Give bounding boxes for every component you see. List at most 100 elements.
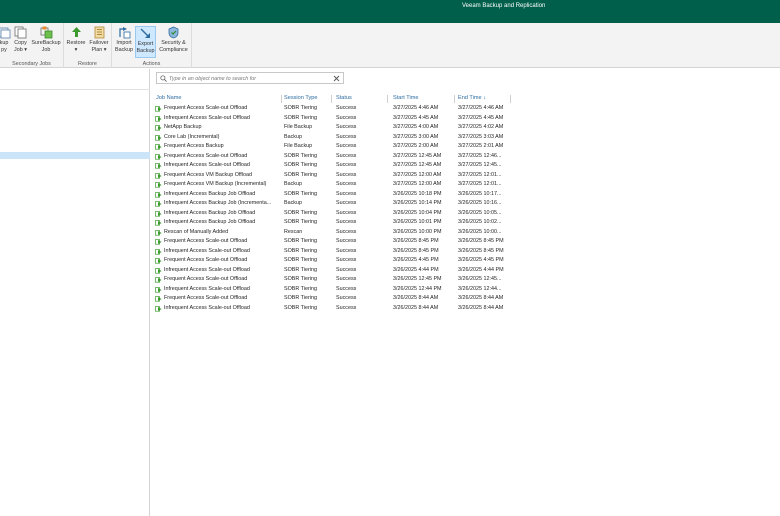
failover-plan-button[interactable]: Failover Plan ▾ bbox=[87, 26, 111, 58]
table-row[interactable]: Frequent Access VM Backup Offload SOBR Ti… bbox=[153, 171, 513, 181]
cell-session-type: Backup bbox=[284, 181, 302, 187]
restore-button[interactable]: Restore ▾ bbox=[66, 26, 86, 58]
table-row[interactable]: Infrequent Access Scale-out Offload SOBR … bbox=[153, 285, 513, 295]
cell-end-time: 3/26/2025 8:44 AM bbox=[458, 295, 504, 301]
import-backup-button[interactable]: Import Backup bbox=[114, 26, 134, 58]
cell-start-time: 3/26/2025 8:45 PM bbox=[393, 238, 439, 244]
restore-icon bbox=[71, 27, 81, 37]
column-header-end-time[interactable]: End Time ↓ bbox=[455, 93, 512, 103]
cell-status: Success bbox=[336, 257, 357, 263]
cell-job-name: Infrequent Access Scale-out Offload bbox=[153, 304, 281, 314]
table-row[interactable]: Frequent Access Scale-out Offload SOBR Ti… bbox=[153, 237, 513, 247]
job-success-icon bbox=[155, 229, 162, 236]
cell-status: Success bbox=[336, 285, 357, 292]
security-compliance-button[interactable]: Security & Compliance bbox=[157, 26, 190, 58]
copy-job-button[interactable]: Copy Job ▾ bbox=[12, 26, 29, 58]
cell-session-type: Backup bbox=[284, 200, 302, 206]
cell-status: Success bbox=[336, 219, 357, 225]
column-header-start-time[interactable]: Start Time bbox=[390, 93, 455, 103]
search-box bbox=[156, 72, 344, 84]
window-title: Veeam Backup and Replication bbox=[462, 3, 546, 9]
table-row[interactable]: Infrequent Access Scale-out Offload SOBR … bbox=[153, 266, 513, 276]
surebackup-job-button[interactable]: SureBackup Job bbox=[30, 26, 62, 58]
job-success-icon bbox=[155, 220, 162, 226]
cell-end-time: 3/26/2025 10:05... bbox=[458, 209, 502, 216]
table-row[interactable]: Rescan of Manually Added Rescan Success 3/2… bbox=[153, 228, 513, 238]
cell-status: Success bbox=[336, 152, 357, 159]
cell-end-time: 3/26/2025 4:44 PM bbox=[458, 266, 504, 273]
cell-end-time: 3/27/2025 12:45... bbox=[458, 162, 502, 168]
cell-end-time: 3/26/2025 12:44... bbox=[458, 285, 502, 292]
cell-status: Success bbox=[336, 181, 357, 187]
ribbon: kup py Copy Job ▾ SureBackup Job Seconda… bbox=[0, 23, 780, 68]
cell-session-type: SOBR Tiering bbox=[284, 190, 317, 197]
cell-start-time: 3/27/2025 4:00 AM bbox=[393, 124, 439, 130]
table-row[interactable]: Infrequent Access Scale-out Offload SOBR … bbox=[153, 247, 513, 257]
column-header-job-name[interactable]: Job Name bbox=[153, 93, 281, 103]
cell-end-time: 3/27/2025 3:03 AM bbox=[458, 133, 504, 140]
search-input[interactable] bbox=[169, 74, 329, 83]
table-row[interactable]: Frequent Access Scale-out Offload SOBR Ti… bbox=[153, 294, 513, 304]
cell-status: Success bbox=[336, 209, 357, 216]
table-row[interactable]: Frequent Access Scale-out Offload SOBR Ti… bbox=[153, 275, 513, 285]
cell-session-type: SOBR Tiering bbox=[284, 219, 317, 225]
failover-plan-icon bbox=[94, 26, 104, 39]
ribbon-group-label: Actions bbox=[142, 61, 161, 67]
cell-status: Success bbox=[336, 304, 357, 311]
column-divider[interactable] bbox=[331, 95, 332, 103]
job-success-icon bbox=[155, 267, 162, 274]
table-row[interactable]: NetApp Backup File Backup Success 3/27/2025… bbox=[153, 123, 513, 133]
cell-status: Success bbox=[336, 190, 357, 197]
job-success-icon bbox=[155, 296, 162, 302]
job-success-icon bbox=[155, 258, 162, 264]
table-row[interactable]: Infrequent Access Backup Job Offload SOBR… bbox=[153, 218, 513, 228]
cell-start-time: 3/26/2025 10:14 PM bbox=[393, 200, 442, 206]
cell-session-type: SOBR Tiering bbox=[284, 276, 317, 282]
cell-job-name: Frequent Access VM Backup Offload bbox=[153, 171, 281, 181]
table-row[interactable]: Core Lab (Incremental) Backup Success 3/27/… bbox=[153, 133, 513, 143]
column-divider[interactable] bbox=[510, 95, 511, 103]
table-row[interactable]: Infrequent Access Scale-out Offload SOBR … bbox=[153, 161, 513, 171]
cell-job-name: Frequent Access Scale-out Offload bbox=[153, 256, 281, 266]
column-header-status[interactable]: Status bbox=[333, 93, 388, 103]
cell-end-time: 3/27/2025 12:46... bbox=[458, 152, 502, 159]
cell-status: Success bbox=[336, 266, 357, 273]
export-backup-icon bbox=[140, 28, 150, 38]
cell-status: Success bbox=[336, 105, 357, 111]
search-icon bbox=[160, 75, 167, 82]
cell-session-type: SOBR Tiering bbox=[284, 209, 317, 216]
selected-tree-item[interactable] bbox=[0, 152, 150, 159]
cell-start-time: 3/26/2025 10:04 PM bbox=[393, 209, 442, 216]
column-divider[interactable] bbox=[387, 95, 388, 103]
cell-session-type: SOBR Tiering bbox=[284, 285, 317, 292]
table-row[interactable]: Frequent Access Scale-out Offload SOBR Ti… bbox=[153, 256, 513, 266]
job-success-icon bbox=[155, 210, 162, 217]
table-row[interactable]: Infrequent Access Backup Job (Incrementa… bbox=[153, 199, 513, 209]
table-row[interactable]: Infrequent Access Scale-out Offload SOBR … bbox=[153, 114, 513, 124]
divider bbox=[0, 89, 150, 90]
cell-start-time: 3/27/2025 12:45 AM bbox=[393, 162, 442, 168]
table-row[interactable]: Frequent Access Scale-out Offload SOBR Ti… bbox=[153, 152, 513, 162]
cell-session-type: SOBR Tiering bbox=[284, 238, 317, 244]
cell-job-name: Frequent Access Scale-out Offload bbox=[153, 294, 281, 304]
table-row[interactable]: Frequent Access Scale-out Offload SOBR Ti… bbox=[153, 104, 513, 114]
cell-start-time: 3/26/2025 10:01 PM bbox=[393, 219, 442, 225]
cell-start-time: 3/26/2025 4:44 PM bbox=[393, 266, 439, 273]
cell-start-time: 3/26/2025 4:45 PM bbox=[393, 257, 439, 263]
job-success-icon bbox=[155, 182, 162, 188]
backup-copy-button[interactable]: kup py bbox=[0, 26, 11, 58]
table-row[interactable]: Infrequent Access Backup Job Offload SOBR… bbox=[153, 190, 513, 200]
table-row[interactable]: Frequent Access VM Backup (Incremental) B… bbox=[153, 180, 513, 190]
cell-end-time: 3/26/2025 8:44 AM bbox=[458, 304, 504, 311]
cell-end-time: 3/27/2025 4:46 AM bbox=[458, 105, 504, 111]
clear-search-icon[interactable] bbox=[332, 74, 341, 83]
export-backup-button[interactable]: Export Backup bbox=[135, 26, 156, 58]
cell-job-name: Frequent Access VM Backup (Incremental) bbox=[153, 180, 281, 190]
import-backup-icon bbox=[118, 27, 130, 39]
cell-session-type: SOBR Tiering bbox=[284, 266, 317, 273]
table-row[interactable]: Infrequent Access Backup Job Offload SOBR… bbox=[153, 209, 513, 219]
table-row[interactable]: Frequent Access Backup File Backup Success… bbox=[153, 142, 513, 152]
column-header-session-type[interactable]: Session Type bbox=[281, 93, 331, 103]
cell-start-time: 3/27/2025 3:00 AM bbox=[393, 133, 439, 140]
table-row[interactable]: Infrequent Access Scale-out Offload SOBR … bbox=[153, 304, 513, 314]
